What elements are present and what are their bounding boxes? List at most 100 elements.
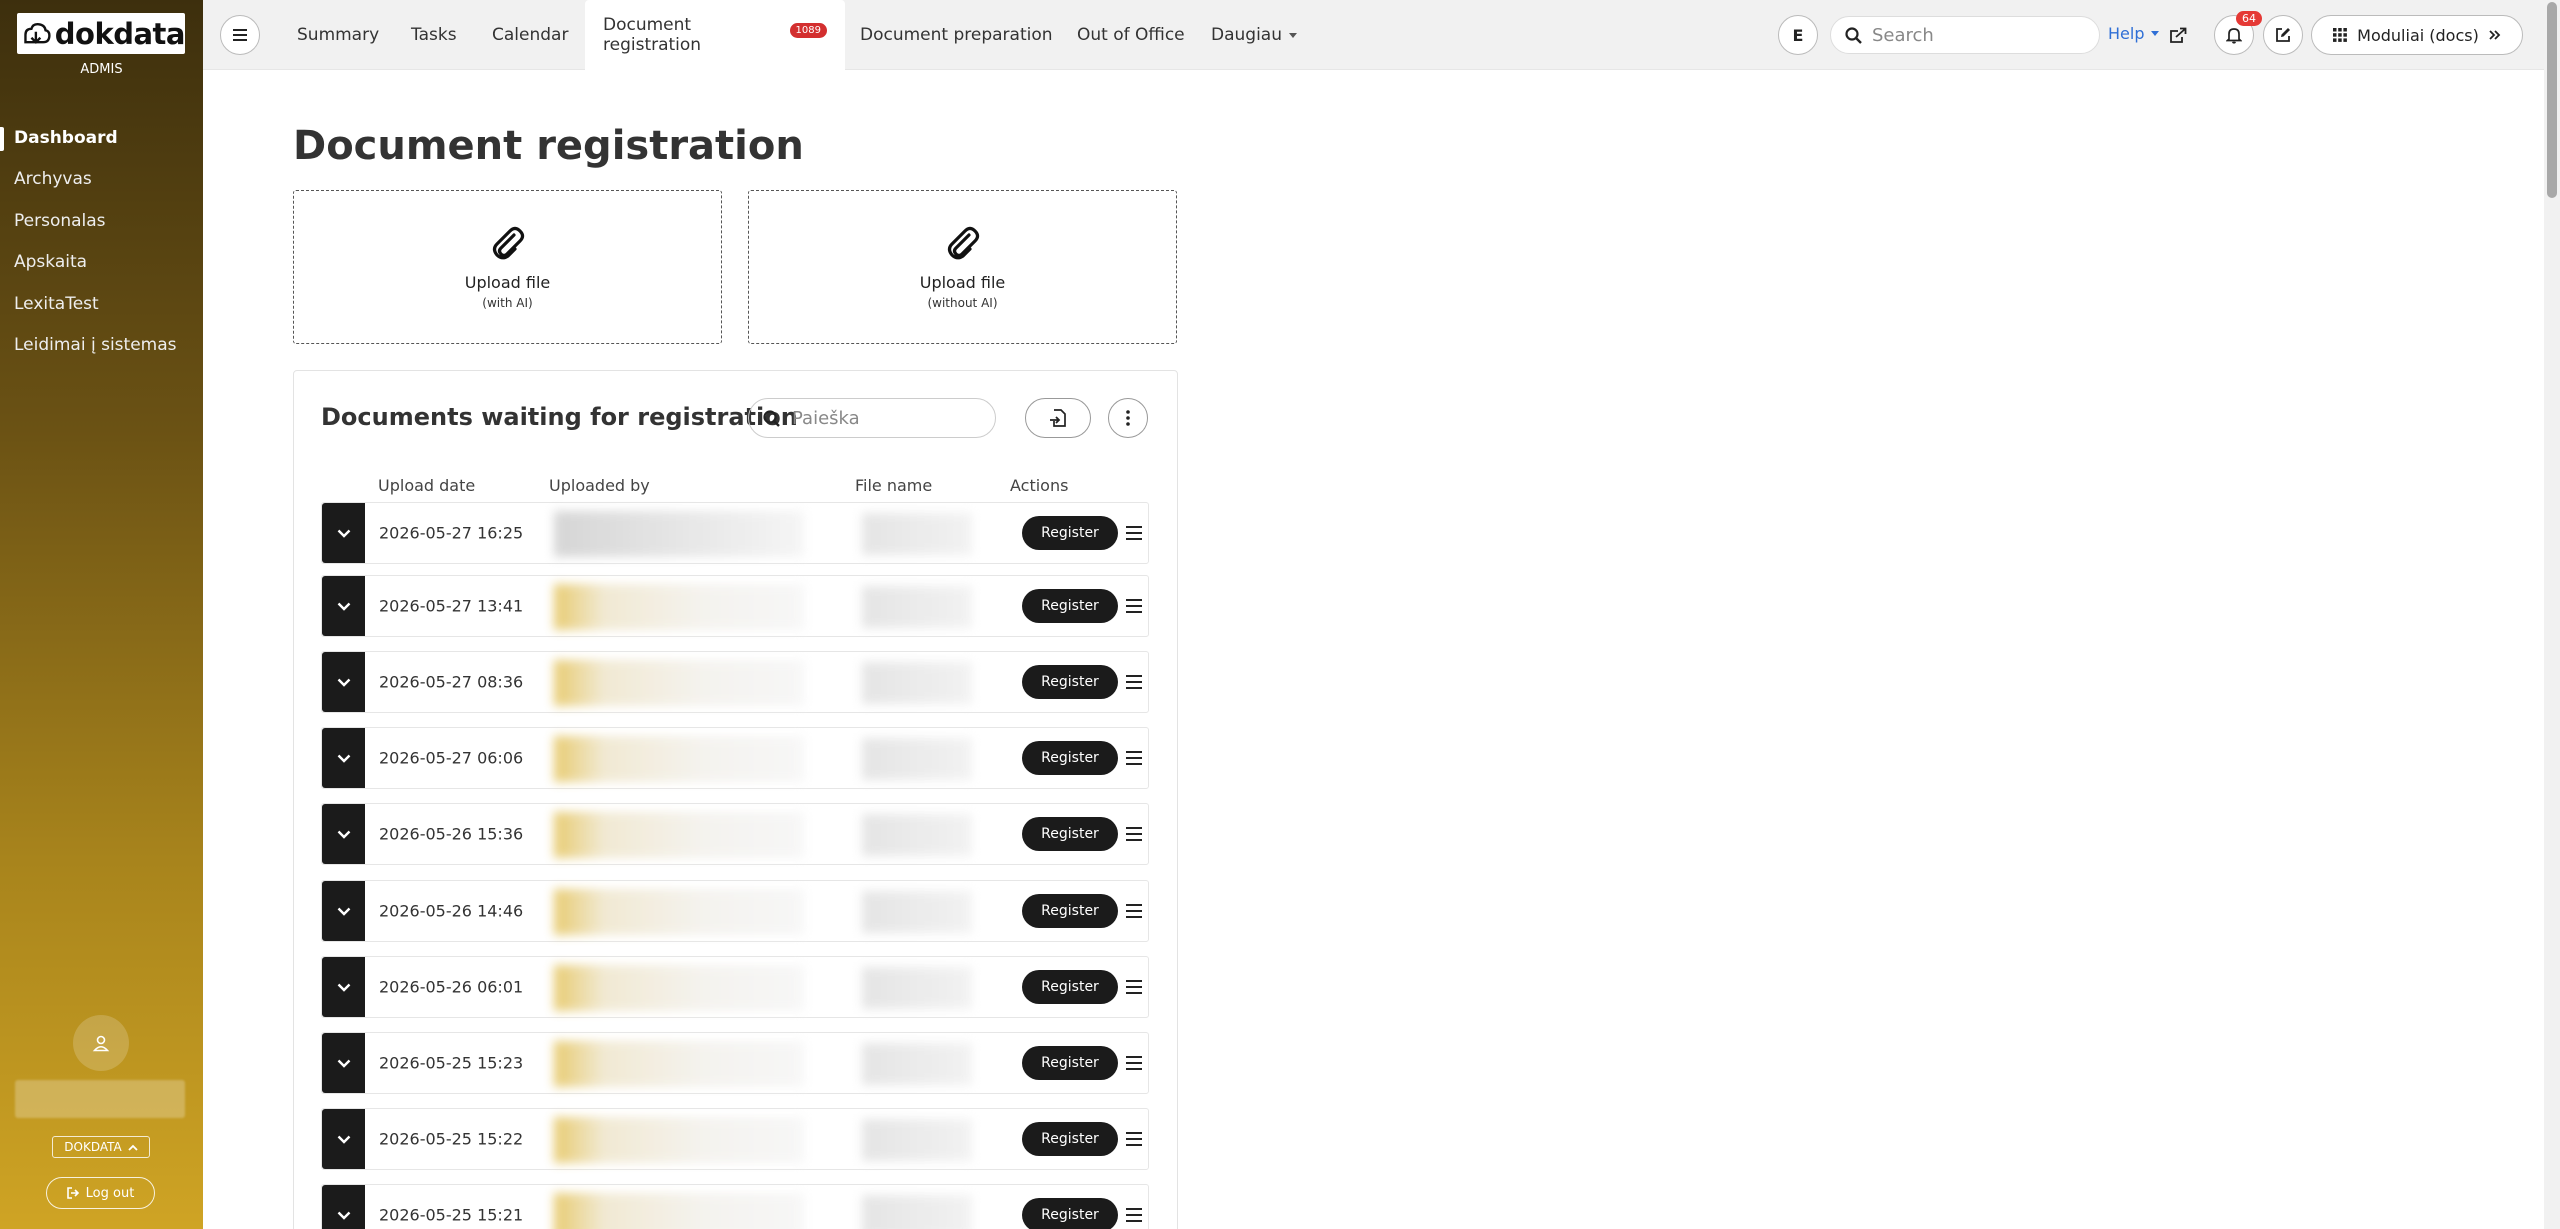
expand-row-button[interactable] <box>322 804 365 864</box>
row-menu-icon[interactable] <box>1126 1132 1142 1146</box>
column-header-uploaded-by[interactable]: Uploaded by <box>549 476 650 495</box>
row-menu-icon[interactable] <box>1126 1208 1142 1222</box>
share-button[interactable] <box>2165 22 2191 48</box>
table-row[interactable]: 2026-05-27 16:25 Register <box>321 502 1149 564</box>
upload-date-cell: 2026-05-27 06:06 <box>379 748 524 768</box>
uploaded-by-redacted <box>554 889 804 935</box>
expand-row-button[interactable] <box>322 957 365 1017</box>
table-row[interactable]: 2026-05-25 15:22 Register <box>321 1108 1149 1170</box>
row-menu-icon[interactable] <box>1126 675 1142 689</box>
register-button[interactable]: Register <box>1022 665 1118 699</box>
documents-search[interactable] <box>748 398 996 438</box>
register-button[interactable]: Register <box>1022 970 1118 1004</box>
table-row[interactable]: 2026-05-25 15:21vytautas.vaitkus@dokdata… <box>321 1184 1149 1229</box>
expand-row-button[interactable] <box>322 1109 365 1169</box>
vertical-dots-icon <box>1126 410 1130 426</box>
table-row[interactable]: 2026-05-27 08:36 Register <box>321 651 1149 713</box>
documents-search-input[interactable] <box>792 407 972 429</box>
sidebar-item-apskaita[interactable]: Apskaita <box>14 252 87 272</box>
register-button[interactable]: Register <box>1022 894 1118 928</box>
sidebar-item-archyvas[interactable]: Archyvas <box>14 169 92 189</box>
row-menu-icon[interactable] <box>1126 1056 1142 1070</box>
expand-row-button[interactable] <box>322 1033 365 1093</box>
expand-row-button[interactable] <box>322 503 365 563</box>
row-menu-icon[interactable] <box>1126 526 1142 540</box>
register-button[interactable]: Register <box>1022 817 1118 851</box>
row-menu-icon[interactable] <box>1126 751 1142 765</box>
uploaded-by-redacted <box>554 1193 804 1229</box>
file-name-redacted <box>862 891 972 933</box>
cloud-logo-icon <box>24 22 51 44</box>
upload-date-cell: 2026-05-27 08:36 <box>379 672 524 692</box>
tab-document-registration[interactable]: Document registration 1089 <box>585 0 845 70</box>
tab-label: Document preparation <box>860 25 1053 45</box>
sidebar-item-leidimai[interactable]: Leidimai į sistemas <box>14 335 177 355</box>
sidebar-item-lexitatest[interactable]: LexitaTest <box>14 294 99 314</box>
tab-out-of-office[interactable]: Out of Office <box>1077 0 1185 70</box>
tab-document-preparation[interactable]: Document preparation <box>860 0 1053 70</box>
tab-summary[interactable]: Summary <box>297 0 379 70</box>
table-row[interactable]: 2026-05-25 15:23 Register <box>321 1032 1149 1094</box>
import-document-button[interactable] <box>1025 398 1091 438</box>
expand-row-button[interactable] <box>322 881 365 941</box>
double-chevron-right-icon <box>2489 30 2501 40</box>
modules-switcher[interactable]: Moduliai (docs) <box>2311 15 2523 55</box>
dokdata-logo[interactable]: dokdata <box>17 13 186 54</box>
register-button[interactable]: Register <box>1022 1122 1118 1156</box>
register-button[interactable]: Register <box>1022 516 1118 550</box>
table-row[interactable]: 2026-05-26 06:01 Register <box>321 956 1149 1018</box>
scrollbar-thumb[interactable] <box>2547 2 2557 198</box>
card-title: Documents waiting for registration <box>321 403 798 431</box>
more-options-button[interactable] <box>1108 398 1148 438</box>
company-switcher[interactable]: DOKDATA <box>52 1136 150 1158</box>
table-row[interactable]: 2026-05-26 15:36 Register <box>321 803 1149 865</box>
register-button[interactable]: Register <box>1022 1046 1118 1080</box>
register-button[interactable]: Register <box>1022 741 1118 775</box>
register-button[interactable]: Register <box>1022 1198 1118 1229</box>
table-row[interactable]: 2026-05-27 06:06 Register <box>321 727 1149 789</box>
register-button[interactable]: Register <box>1022 589 1118 623</box>
help-dropdown[interactable]: Help <box>2108 24 2160 43</box>
sidebar-item-dashboard[interactable]: Dashboard <box>14 128 118 148</box>
expand-row-button[interactable] <box>322 1185 365 1229</box>
expand-row-button[interactable] <box>322 728 365 788</box>
global-search[interactable] <box>1830 16 2100 54</box>
tab-calendar[interactable]: Calendar <box>492 0 568 70</box>
user-avatar[interactable] <box>73 1015 129 1071</box>
sidebar-item-personalas[interactable]: Personalas <box>14 211 106 231</box>
row-menu-icon[interactable] <box>1126 904 1142 918</box>
expand-row-button[interactable] <box>322 576 365 636</box>
logout-button[interactable]: Log out <box>46 1177 155 1209</box>
chevron-down-icon <box>337 678 350 687</box>
upload-date-cell: 2026-05-27 16:25 <box>379 523 524 543</box>
chevron-down-icon <box>337 602 350 611</box>
row-menu-icon[interactable] <box>1126 980 1142 994</box>
tab-tasks[interactable]: Tasks <box>411 0 457 70</box>
user-name-blurred <box>15 1080 185 1118</box>
tab-daugiau-dropdown[interactable]: Daugiau <box>1211 0 1297 70</box>
menu-toggle-button[interactable] <box>220 15 260 55</box>
file-name-redacted <box>862 1119 972 1161</box>
page-scrollbar[interactable] <box>2544 0 2560 1229</box>
active-indicator <box>0 127 4 151</box>
upload-without-ai-dropzone[interactable]: Upload file (without AI) <box>748 190 1177 344</box>
table-row[interactable]: 2026-05-26 14:46 Register <box>321 880 1149 942</box>
file-name-redacted <box>862 1195 972 1229</box>
row-menu-icon[interactable] <box>1126 599 1142 613</box>
column-header-upload-date[interactable]: Upload date <box>378 476 475 495</box>
caret-down-icon <box>1289 32 1297 38</box>
expand-row-button[interactable] <box>322 652 365 712</box>
user-icon <box>92 1035 110 1052</box>
search-input[interactable] <box>1872 24 2072 46</box>
column-header-file-name[interactable]: File name <box>855 476 932 495</box>
upload-with-ai-dropzone[interactable]: Upload file (with AI) <box>293 190 722 344</box>
user-initial-button[interactable]: E <box>1778 15 1818 55</box>
row-menu-icon[interactable] <box>1126 827 1142 841</box>
table-row[interactable]: 2026-05-27 13:41 Register <box>321 575 1149 637</box>
logout-icon <box>66 1187 79 1199</box>
compose-button[interactable] <box>2263 15 2303 55</box>
upload-date-cell: 2026-05-25 15:23 <box>379 1053 524 1073</box>
uploaded-by-redacted <box>554 965 804 1011</box>
chevron-down-icon <box>337 830 350 839</box>
uploaded-by-redacted <box>554 511 804 557</box>
